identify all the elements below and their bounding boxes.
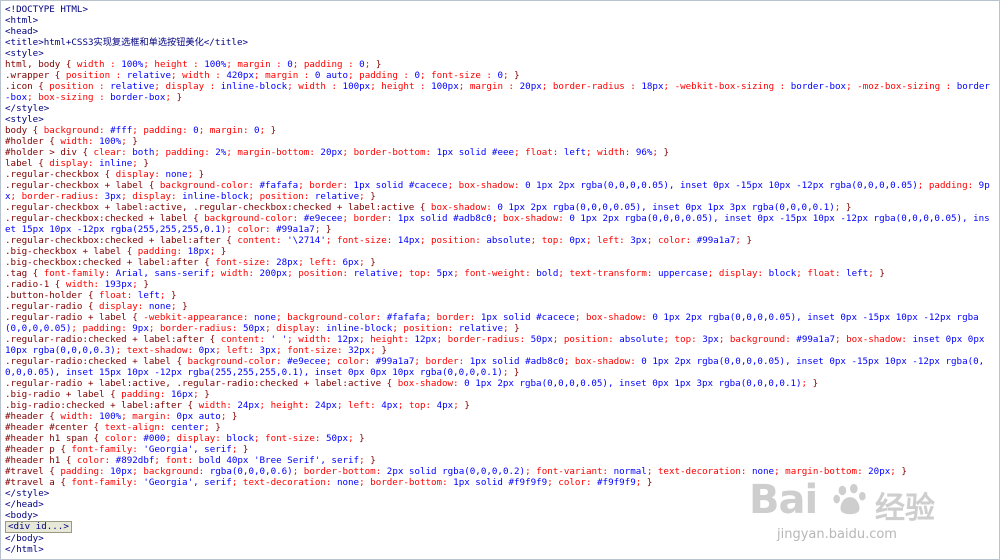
- code-line: .button-holder { float: left; }: [5, 290, 177, 301]
- code-line: <body>: [5, 510, 39, 521]
- code-line: .icon { position : relative; display : i…: [5, 81, 990, 103]
- collapsed-node-button[interactable]: <div id...>: [5, 521, 72, 533]
- code-line: #header p { font-family: 'Georgia', seri…: [5, 444, 249, 455]
- code-line: .big-radio:checked + label:after { width…: [5, 400, 470, 411]
- code-line: .big-checkbox + label { padding: 18px; }: [5, 246, 227, 257]
- code-line: <style>: [5, 48, 44, 59]
- code-line: .regular-radio:checked + label { backgro…: [5, 356, 985, 378]
- code-line: .regular-radio + label:active, .regular-…: [5, 378, 819, 389]
- code-line: #header h1 { color: #892dbf; font: bold …: [5, 455, 376, 466]
- code-line: <div id...>: [5, 521, 995, 533]
- code-line: .big-radio + label { padding: 16px; }: [5, 389, 210, 400]
- code-line: <!DOCTYPE HTML>: [5, 4, 88, 15]
- code-line: #travel a { font-family: 'Georgia', seri…: [5, 477, 653, 488]
- code-line: .regular-radio:checked + label:after { c…: [5, 334, 990, 356]
- code-line: #travel { padding: 10px; background: rgb…: [5, 466, 907, 477]
- code-line: </style>: [5, 488, 50, 499]
- code-line: #header { width: 100%; margin: 0px auto;…: [5, 411, 238, 422]
- code-line: label { display: inline; }: [5, 158, 149, 169]
- code-line: .big-checkbox:checked + label:after { fo…: [5, 257, 376, 268]
- code-view-window: <!DOCTYPE HTML> <html> <head> <title>html+C…: [0, 0, 1000, 560]
- code-line: <html>: [5, 15, 39, 26]
- code-line: .tag { font-family: Arial, sans-serif; w…: [5, 268, 885, 279]
- code-line: </html>: [5, 544, 44, 555]
- code-line: #header #center { text-align: center; }: [5, 422, 221, 433]
- code-line: .regular-checkbox + label:active, .regul…: [5, 202, 852, 213]
- code-line: .regular-checkbox { display: none; }: [5, 169, 205, 180]
- code-line: body { background: #fff; padding: 0; mar…: [5, 125, 277, 136]
- code-line: <title>html+CSS3实现复选框和单选按钮美化</title>: [5, 37, 249, 48]
- source-code-view: <!DOCTYPE HTML> <html> <head> <title>html+C…: [5, 4, 995, 555]
- code-line: .radio-1 { width: 193px; }: [5, 279, 149, 290]
- code-line: html, body { width : 100%; height : 100%…: [5, 59, 382, 70]
- code-line: <style>: [5, 114, 44, 125]
- code-line: #holder > div { clear: both; padding: 2%…: [5, 147, 670, 158]
- code-line: </style>: [5, 103, 50, 114]
- code-line: </head>: [5, 499, 44, 510]
- code-line: .regular-radio + label { -webkit-appeara…: [5, 312, 979, 334]
- code-line: </body>: [5, 533, 44, 544]
- code-line: #holder { width: 100%; }: [5, 136, 138, 147]
- code-line: .wrapper { position : relative; width : …: [5, 70, 520, 81]
- code-line: .regular-checkbox:checked + label { back…: [5, 213, 990, 235]
- code-line: .regular-checkbox:checked + label:after …: [5, 235, 753, 246]
- code-line: .regular-radio { display: none; }: [5, 301, 188, 312]
- code-line: #header h1 span { color: #000; display: …: [5, 433, 365, 444]
- code-line: .regular-checkbox + label { background-c…: [5, 180, 990, 202]
- code-line: <head>: [5, 26, 39, 37]
